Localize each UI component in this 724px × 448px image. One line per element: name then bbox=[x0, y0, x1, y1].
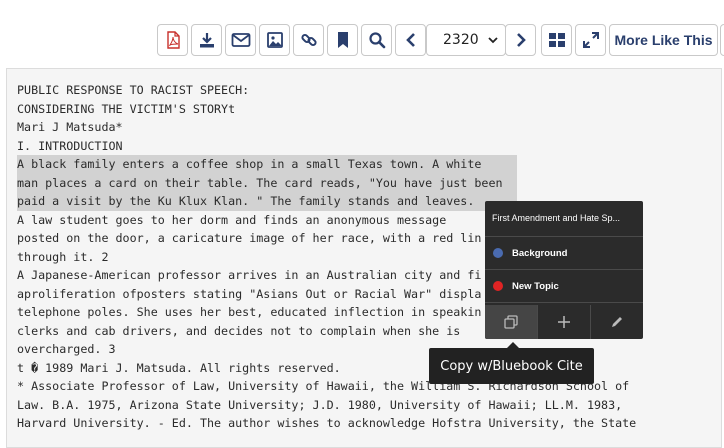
edit-button[interactable] bbox=[591, 305, 643, 339]
email-button[interactable] bbox=[225, 24, 256, 56]
link-button[interactable] bbox=[293, 24, 324, 56]
grid-icon bbox=[548, 33, 565, 47]
link-icon bbox=[300, 33, 317, 47]
page-select[interactable]: 2320 bbox=[426, 24, 506, 56]
copy-tooltip: Copy w/Bluebook Cite bbox=[429, 342, 594, 384]
expand-icon bbox=[582, 32, 599, 48]
topic-new[interactable]: New Topic bbox=[485, 270, 643, 303]
search-button[interactable] bbox=[361, 24, 392, 56]
topic-background[interactable]: Background bbox=[485, 237, 643, 270]
bookmark-button[interactable] bbox=[327, 24, 358, 56]
document-line: A black family enters a coffee shop in a… bbox=[17, 155, 517, 174]
copy-icon bbox=[504, 315, 518, 329]
chevron-down-icon bbox=[488, 37, 498, 44]
new-topic-color-dot bbox=[493, 281, 503, 291]
pdf-button[interactable] bbox=[157, 24, 188, 56]
chevron-left-icon bbox=[405, 33, 415, 47]
document-line: I. INTRODUCTION bbox=[17, 138, 123, 153]
image-icon bbox=[266, 32, 283, 48]
document-line: Mari J Matsuda* bbox=[17, 120, 123, 134]
pencil-icon bbox=[612, 317, 622, 327]
document-line: man places a card on their table. The ca… bbox=[17, 173, 517, 192]
annotation-popup: First Amendment and Hate Sp... Backgroun… bbox=[485, 201, 643, 339]
chevron-right-icon bbox=[516, 33, 526, 47]
document-line: PUBLIC RESPONSE TO RACIST SPEECH: bbox=[17, 83, 250, 97]
download-icon bbox=[199, 33, 214, 48]
document-line: Harvard University. - Ed. The author wis… bbox=[17, 416, 637, 430]
bookmark-icon bbox=[337, 32, 348, 48]
grid-view-button[interactable] bbox=[541, 24, 572, 56]
toolbar-overflow-button[interactable] bbox=[720, 24, 724, 56]
page-number: 2320 bbox=[443, 32, 479, 48]
topic-label: New Topic bbox=[512, 280, 559, 292]
pdf-icon bbox=[166, 31, 180, 49]
toolbar: 2320 More Like This bbox=[0, 0, 724, 62]
topic-label: Background bbox=[512, 247, 568, 259]
popup-title[interactable]: First Amendment and Hate Sp... bbox=[485, 201, 643, 237]
previous-page-button[interactable] bbox=[395, 24, 426, 56]
document-line: CONSIDERING THE VICTIM'S STORYt bbox=[17, 101, 236, 116]
more-like-this-button[interactable]: More Like This bbox=[609, 24, 718, 56]
download-button[interactable] bbox=[191, 24, 222, 56]
add-button[interactable] bbox=[538, 305, 591, 339]
plus-icon bbox=[558, 316, 570, 328]
copy-button[interactable] bbox=[485, 305, 538, 339]
popup-actions bbox=[485, 305, 643, 339]
document-line: Law. B.A. 1975, Arizona State University… bbox=[17, 397, 623, 412]
background-color-dot bbox=[493, 248, 503, 258]
expand-button[interactable] bbox=[575, 24, 606, 56]
document-line: paid a visit by the Ku Klux Klan. " The … bbox=[17, 192, 517, 211]
image-button[interactable] bbox=[259, 24, 290, 56]
search-icon bbox=[368, 32, 385, 49]
next-page-button[interactable] bbox=[505, 24, 536, 56]
email-icon bbox=[231, 33, 250, 47]
